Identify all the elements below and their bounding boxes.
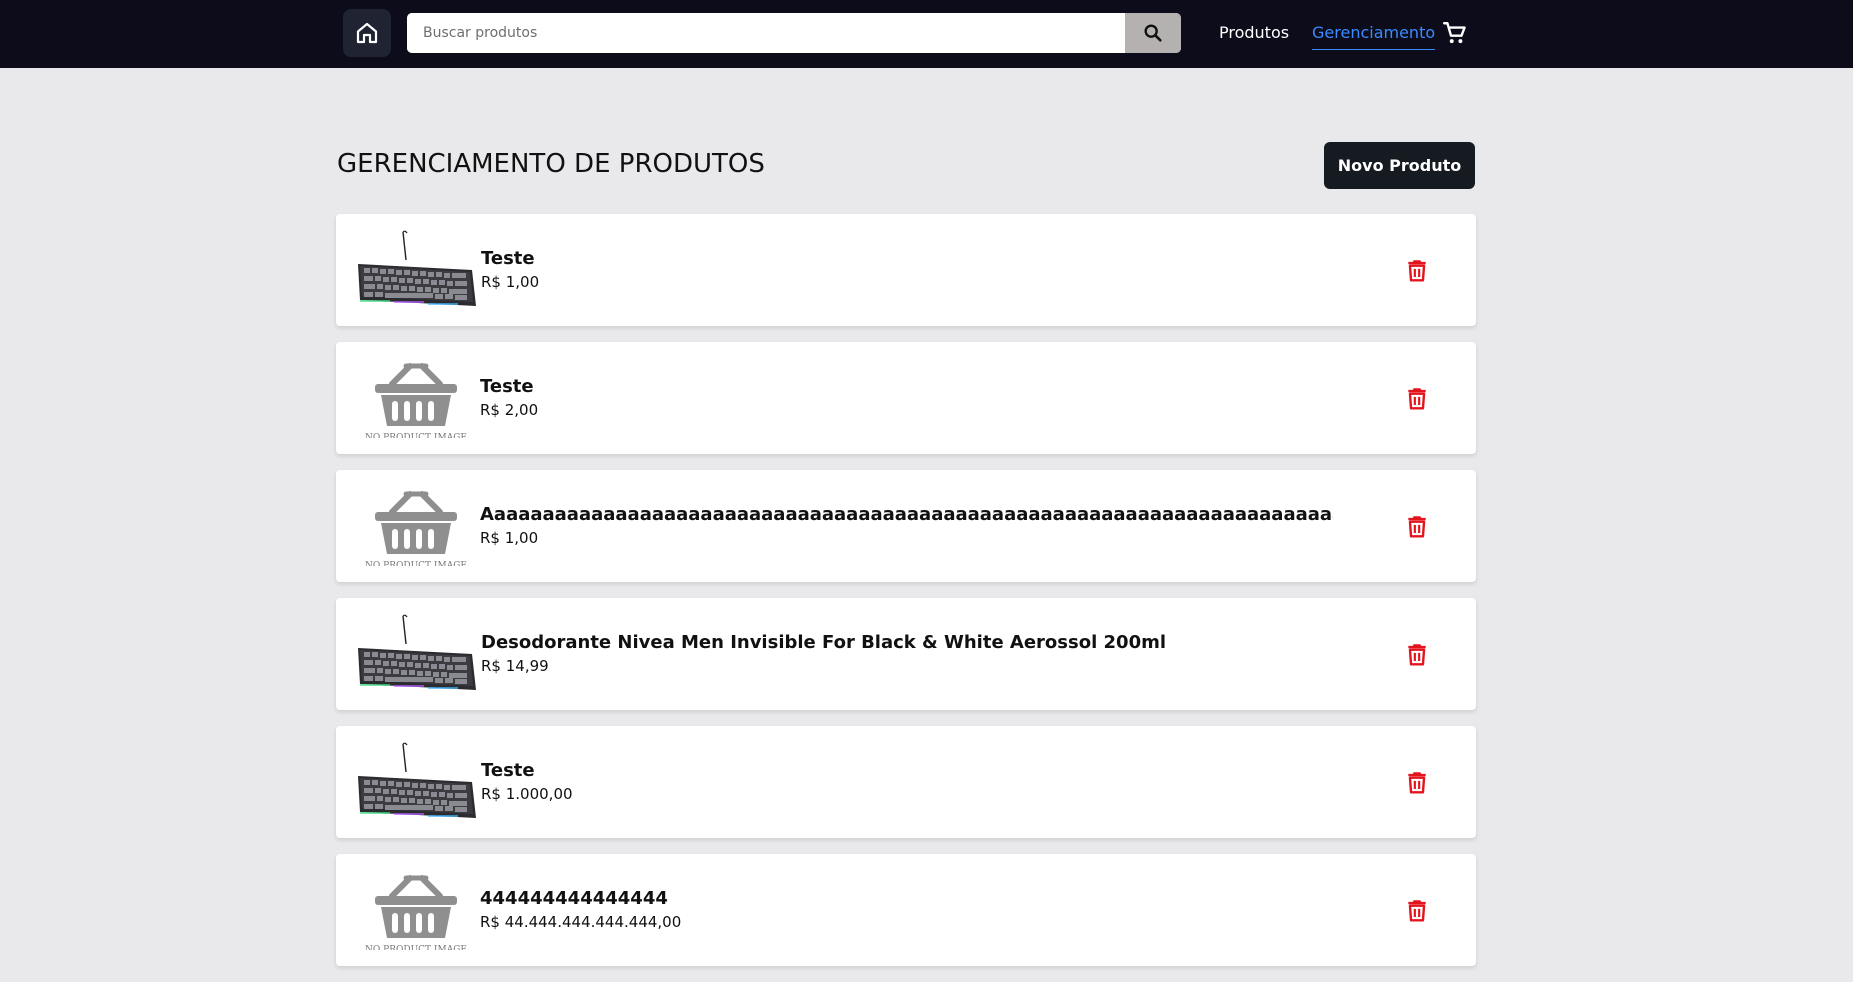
product-image <box>354 230 478 310</box>
trash-icon[interactable] <box>1404 513 1430 539</box>
search-input[interactable] <box>407 13 1125 53</box>
trash-icon[interactable] <box>1404 641 1430 667</box>
product-image <box>354 614 478 694</box>
product-name[interactable]: Teste <box>481 760 1334 782</box>
product-name[interactable]: Teste <box>480 376 1333 398</box>
product-info: Desodorante Nivea Men Invisible For Blac… <box>481 632 1334 677</box>
search-button[interactable] <box>1125 13 1181 53</box>
no-product-image: NO PRODUCT IMAGE <box>354 358 478 438</box>
product-card[interactable]: Teste R$ 1.000,00 <box>336 726 1476 838</box>
nav-link-gerenciamento[interactable]: Gerenciamento <box>1312 22 1436 50</box>
home-button[interactable] <box>343 9 391 57</box>
home-icon <box>356 22 378 44</box>
nav-link-produtos[interactable]: Produtos <box>1219 22 1289 44</box>
page-title: GERENCIAMENTO DE PRODUTOS <box>337 149 765 179</box>
trash-icon[interactable] <box>1404 257 1430 283</box>
product-card[interactable]: Desodorante Nivea Men Invisible For Blac… <box>336 598 1476 710</box>
product-price: R$ 1,00 <box>480 529 539 547</box>
no-product-image: NO PRODUCT IMAGE <box>354 870 478 950</box>
svg-text:NO PRODUCT IMAGE: NO PRODUCT IMAGE <box>365 945 467 950</box>
product-price: R$ 14,99 <box>481 657 549 675</box>
product-price: R$ 2,00 <box>480 401 539 419</box>
product-card[interactable]: NO PRODUCT IMAGE 444444444444444 R$ 44.44… <box>336 854 1476 966</box>
product-info: Aaaaaaaaaaaaaaaaaaaaaaaaaaaaaaaaaaaaaaaa… <box>480 504 1333 549</box>
product-info: Teste R$ 1,00 <box>481 248 1334 293</box>
svg-text:NO PRODUCT IMAGE: NO PRODUCT IMAGE <box>365 433 467 438</box>
trash-icon[interactable] <box>1404 385 1430 411</box>
no-product-image: NO PRODUCT IMAGE <box>354 486 478 566</box>
product-name[interactable]: Aaaaaaaaaaaaaaaaaaaaaaaaaaaaaaaaaaaaaaaa… <box>480 504 1333 526</box>
product-image <box>354 742 478 822</box>
new-product-button[interactable]: Novo Produto <box>1324 142 1475 189</box>
search-icon <box>1144 24 1162 42</box>
product-info: 444444444444444 R$ 44.444.444.444.444,00 <box>480 888 1333 933</box>
product-info: Teste R$ 2,00 <box>480 376 1333 421</box>
trash-icon[interactable] <box>1404 897 1430 923</box>
cart-icon[interactable] <box>1442 20 1468 46</box>
product-price: R$ 1.000,00 <box>481 785 573 803</box>
product-name[interactable]: 444444444444444 <box>480 888 1333 910</box>
trash-icon[interactable] <box>1404 769 1430 795</box>
product-price: R$ 44.444.444.444.444,00 <box>480 913 682 931</box>
top-navbar: Produtos Gerenciamento <box>0 0 1853 68</box>
search-bar <box>407 13 1181 53</box>
product-info: Teste R$ 1.000,00 <box>481 760 1334 805</box>
product-name[interactable]: Desodorante Nivea Men Invisible For Blac… <box>481 632 1334 654</box>
product-price: R$ 1,00 <box>481 273 540 291</box>
product-list: Teste R$ 1,00 NO PRODUCT IMAGE Teste R$ 2,… <box>336 214 1476 982</box>
product-name[interactable]: Teste <box>481 248 1334 270</box>
svg-text:NO PRODUCT IMAGE: NO PRODUCT IMAGE <box>365 561 467 566</box>
product-card[interactable]: NO PRODUCT IMAGE Teste R$ 2,00 <box>336 342 1476 454</box>
product-card[interactable]: Teste R$ 1,00 <box>336 214 1476 326</box>
product-card[interactable]: NO PRODUCT IMAGE Aaaaaaaaaaaaaaaaaaaaaaa… <box>336 470 1476 582</box>
